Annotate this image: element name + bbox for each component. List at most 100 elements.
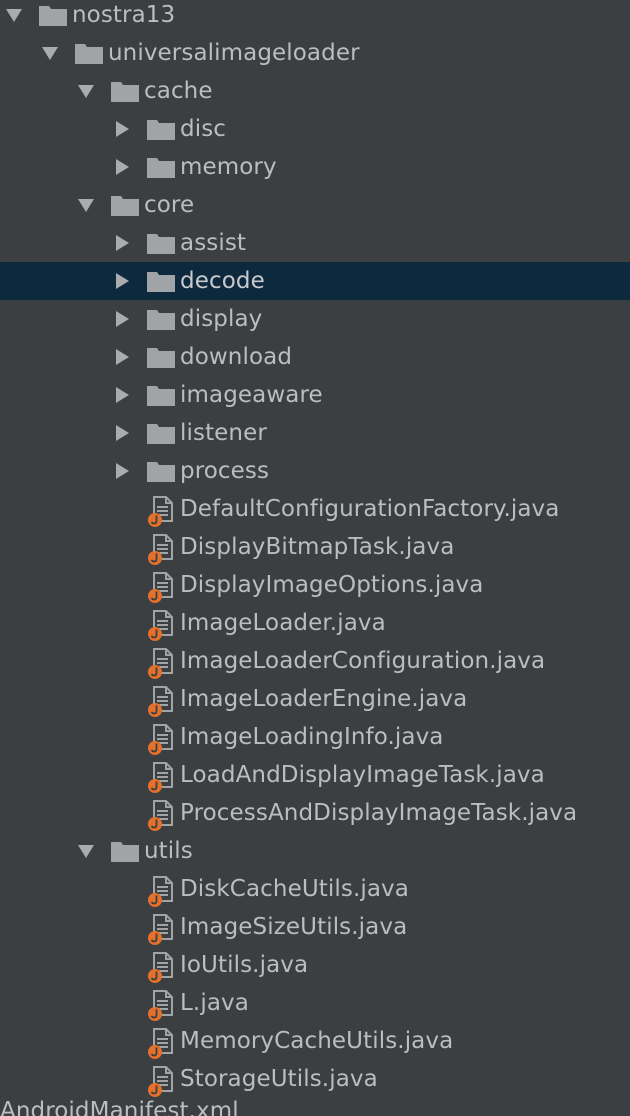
chevron-down-icon[interactable]: [76, 81, 96, 101]
tree-item-label: universalimageloader: [108, 40, 360, 66]
tree-row-listener[interactable]: listener: [0, 414, 630, 452]
chevron-right-icon[interactable]: [112, 271, 132, 291]
folder-icon: [38, 3, 68, 27]
folder-icon: [146, 269, 176, 293]
java-file-icon: [146, 496, 176, 527]
folder-icon: [146, 155, 176, 179]
chevron-right-icon[interactable]: [112, 119, 132, 139]
project-tree: nostra13 universalimageloader cache disc mem…: [0, 0, 630, 1098]
chevron-down-icon[interactable]: [40, 43, 60, 63]
java-file-icon: [146, 686, 176, 717]
tree-row-universalimageloader[interactable]: universalimageloader: [0, 34, 630, 72]
tree-row-memory[interactable]: memory: [0, 148, 630, 186]
tree-item-label: imageaware: [180, 382, 323, 408]
tree-item-label: L.java: [180, 990, 249, 1016]
tree-item-label: decode: [180, 268, 265, 294]
chevron-down-icon[interactable]: [76, 841, 96, 861]
tree-row-diskcacheutils-java[interactable]: DiskCacheUtils.java: [0, 870, 630, 908]
tree-row-imagesizeutils-java[interactable]: ImageSizeUtils.java: [0, 908, 630, 946]
tree-row-displayimageoptions-java[interactable]: DisplayImageOptions.java: [0, 566, 630, 604]
tree-item-label: download: [180, 344, 293, 370]
tree-item-label: cache: [144, 78, 213, 104]
tree-item-label: StorageUtils.java: [180, 1066, 378, 1092]
tree-row-l-java[interactable]: L.java: [0, 984, 630, 1022]
tree-item-label: disc: [180, 116, 227, 142]
java-file-icon: [146, 990, 176, 1021]
chevron-right-icon[interactable]: [112, 385, 132, 405]
tree-item-label: nostra13: [72, 2, 176, 28]
folder-icon: [146, 345, 176, 369]
java-file-icon: [146, 610, 176, 641]
tree-row-imageloadinginfo-java[interactable]: ImageLoadingInfo.java: [0, 718, 630, 756]
tree-row-assist[interactable]: assist: [0, 224, 630, 262]
chevron-right-icon[interactable]: [112, 157, 132, 177]
tree-row-disc[interactable]: disc: [0, 110, 630, 148]
folder-icon: [146, 459, 176, 483]
tree-item-label: display: [180, 306, 263, 332]
tree-item-label: MemoryCacheUtils.java: [180, 1028, 454, 1054]
chevron-down-icon[interactable]: [4, 5, 24, 25]
tree-item-label-partial: AndroidManifest.xml: [0, 1098, 239, 1116]
tree-row-process[interactable]: process: [0, 452, 630, 490]
tree-item-label: ImageSizeUtils.java: [180, 914, 408, 940]
tree-item-label: utils: [144, 838, 193, 864]
tree-item-label: DiskCacheUtils.java: [180, 876, 409, 902]
tree-row-imageloaderengine-java[interactable]: ImageLoaderEngine.java: [0, 680, 630, 718]
tree-row-utils[interactable]: utils: [0, 832, 630, 870]
folder-icon: [146, 383, 176, 407]
tree-row-ioutils-java[interactable]: IoUtils.java: [0, 946, 630, 984]
java-file-icon: [146, 1028, 176, 1059]
chevron-right-icon[interactable]: [112, 423, 132, 443]
java-file-icon: [146, 534, 176, 565]
chevron-right-icon[interactable]: [112, 309, 132, 329]
tree-item-label: assist: [180, 230, 247, 256]
tree-item-label: DisplayImageOptions.java: [180, 572, 484, 598]
folder-icon: [110, 839, 140, 863]
folder-icon: [146, 117, 176, 141]
tree-row-partial[interactable]: AndroidManifest.xml: [0, 1096, 630, 1116]
tree-row-processanddisplayimagetask-java[interactable]: ProcessAndDisplayImageTask.java: [0, 794, 630, 832]
tree-row-download[interactable]: download: [0, 338, 630, 376]
java-file-icon: [146, 952, 176, 983]
tree-item-label: core: [144, 192, 195, 218]
java-file-icon: [146, 572, 176, 603]
chevron-right-icon[interactable]: [112, 347, 132, 367]
tree-item-label: LoadAndDisplayImageTask.java: [180, 762, 545, 788]
tree-row-nostra13[interactable]: nostra13: [0, 0, 630, 34]
tree-row-imageloaderconfiguration-java[interactable]: ImageLoaderConfiguration.java: [0, 642, 630, 680]
folder-icon: [110, 193, 140, 217]
tree-row-cache[interactable]: cache: [0, 72, 630, 110]
tree-row-defaultconfigurationfactory-java[interactable]: DefaultConfigurationFactory.java: [0, 490, 630, 528]
tree-item-label: IoUtils.java: [180, 952, 309, 978]
java-file-icon: [146, 800, 176, 831]
tree-item-label: memory: [180, 154, 277, 180]
tree-row-storageutils-java[interactable]: StorageUtils.java: [0, 1060, 630, 1098]
chevron-right-icon[interactable]: [112, 233, 132, 253]
java-file-icon: [146, 914, 176, 945]
tree-row-core[interactable]: core: [0, 186, 630, 224]
folder-icon: [146, 421, 176, 445]
java-file-icon: [146, 724, 176, 755]
tree-item-label: ImageLoadingInfo.java: [180, 724, 444, 750]
tree-row-loadanddisplayimagetask-java[interactable]: LoadAndDisplayImageTask.java: [0, 756, 630, 794]
tree-item-label: DefaultConfigurationFactory.java: [180, 496, 560, 522]
java-file-icon: [146, 876, 176, 907]
tree-item-label: listener: [180, 420, 267, 446]
java-file-icon: [146, 1066, 176, 1097]
tree-row-displaybitmaptask-java[interactable]: DisplayBitmapTask.java: [0, 528, 630, 566]
chevron-down-icon[interactable]: [76, 195, 96, 215]
folder-icon: [146, 307, 176, 331]
folder-icon: [146, 231, 176, 255]
tree-item-label: DisplayBitmapTask.java: [180, 534, 455, 560]
java-file-icon: [146, 648, 176, 679]
folder-icon: [74, 41, 104, 65]
tree-row-decode[interactable]: decode: [0, 262, 630, 300]
tree-row-imageaware[interactable]: imageaware: [0, 376, 630, 414]
tree-item-label: ImageLoaderEngine.java: [180, 686, 468, 712]
tree-row-memorycacheutils-java[interactable]: MemoryCacheUtils.java: [0, 1022, 630, 1060]
folder-icon: [110, 79, 140, 103]
tree-row-display[interactable]: display: [0, 300, 630, 338]
tree-row-imageloader-java[interactable]: ImageLoader.java: [0, 604, 630, 642]
chevron-right-icon[interactable]: [112, 461, 132, 481]
java-file-icon: [146, 762, 176, 793]
